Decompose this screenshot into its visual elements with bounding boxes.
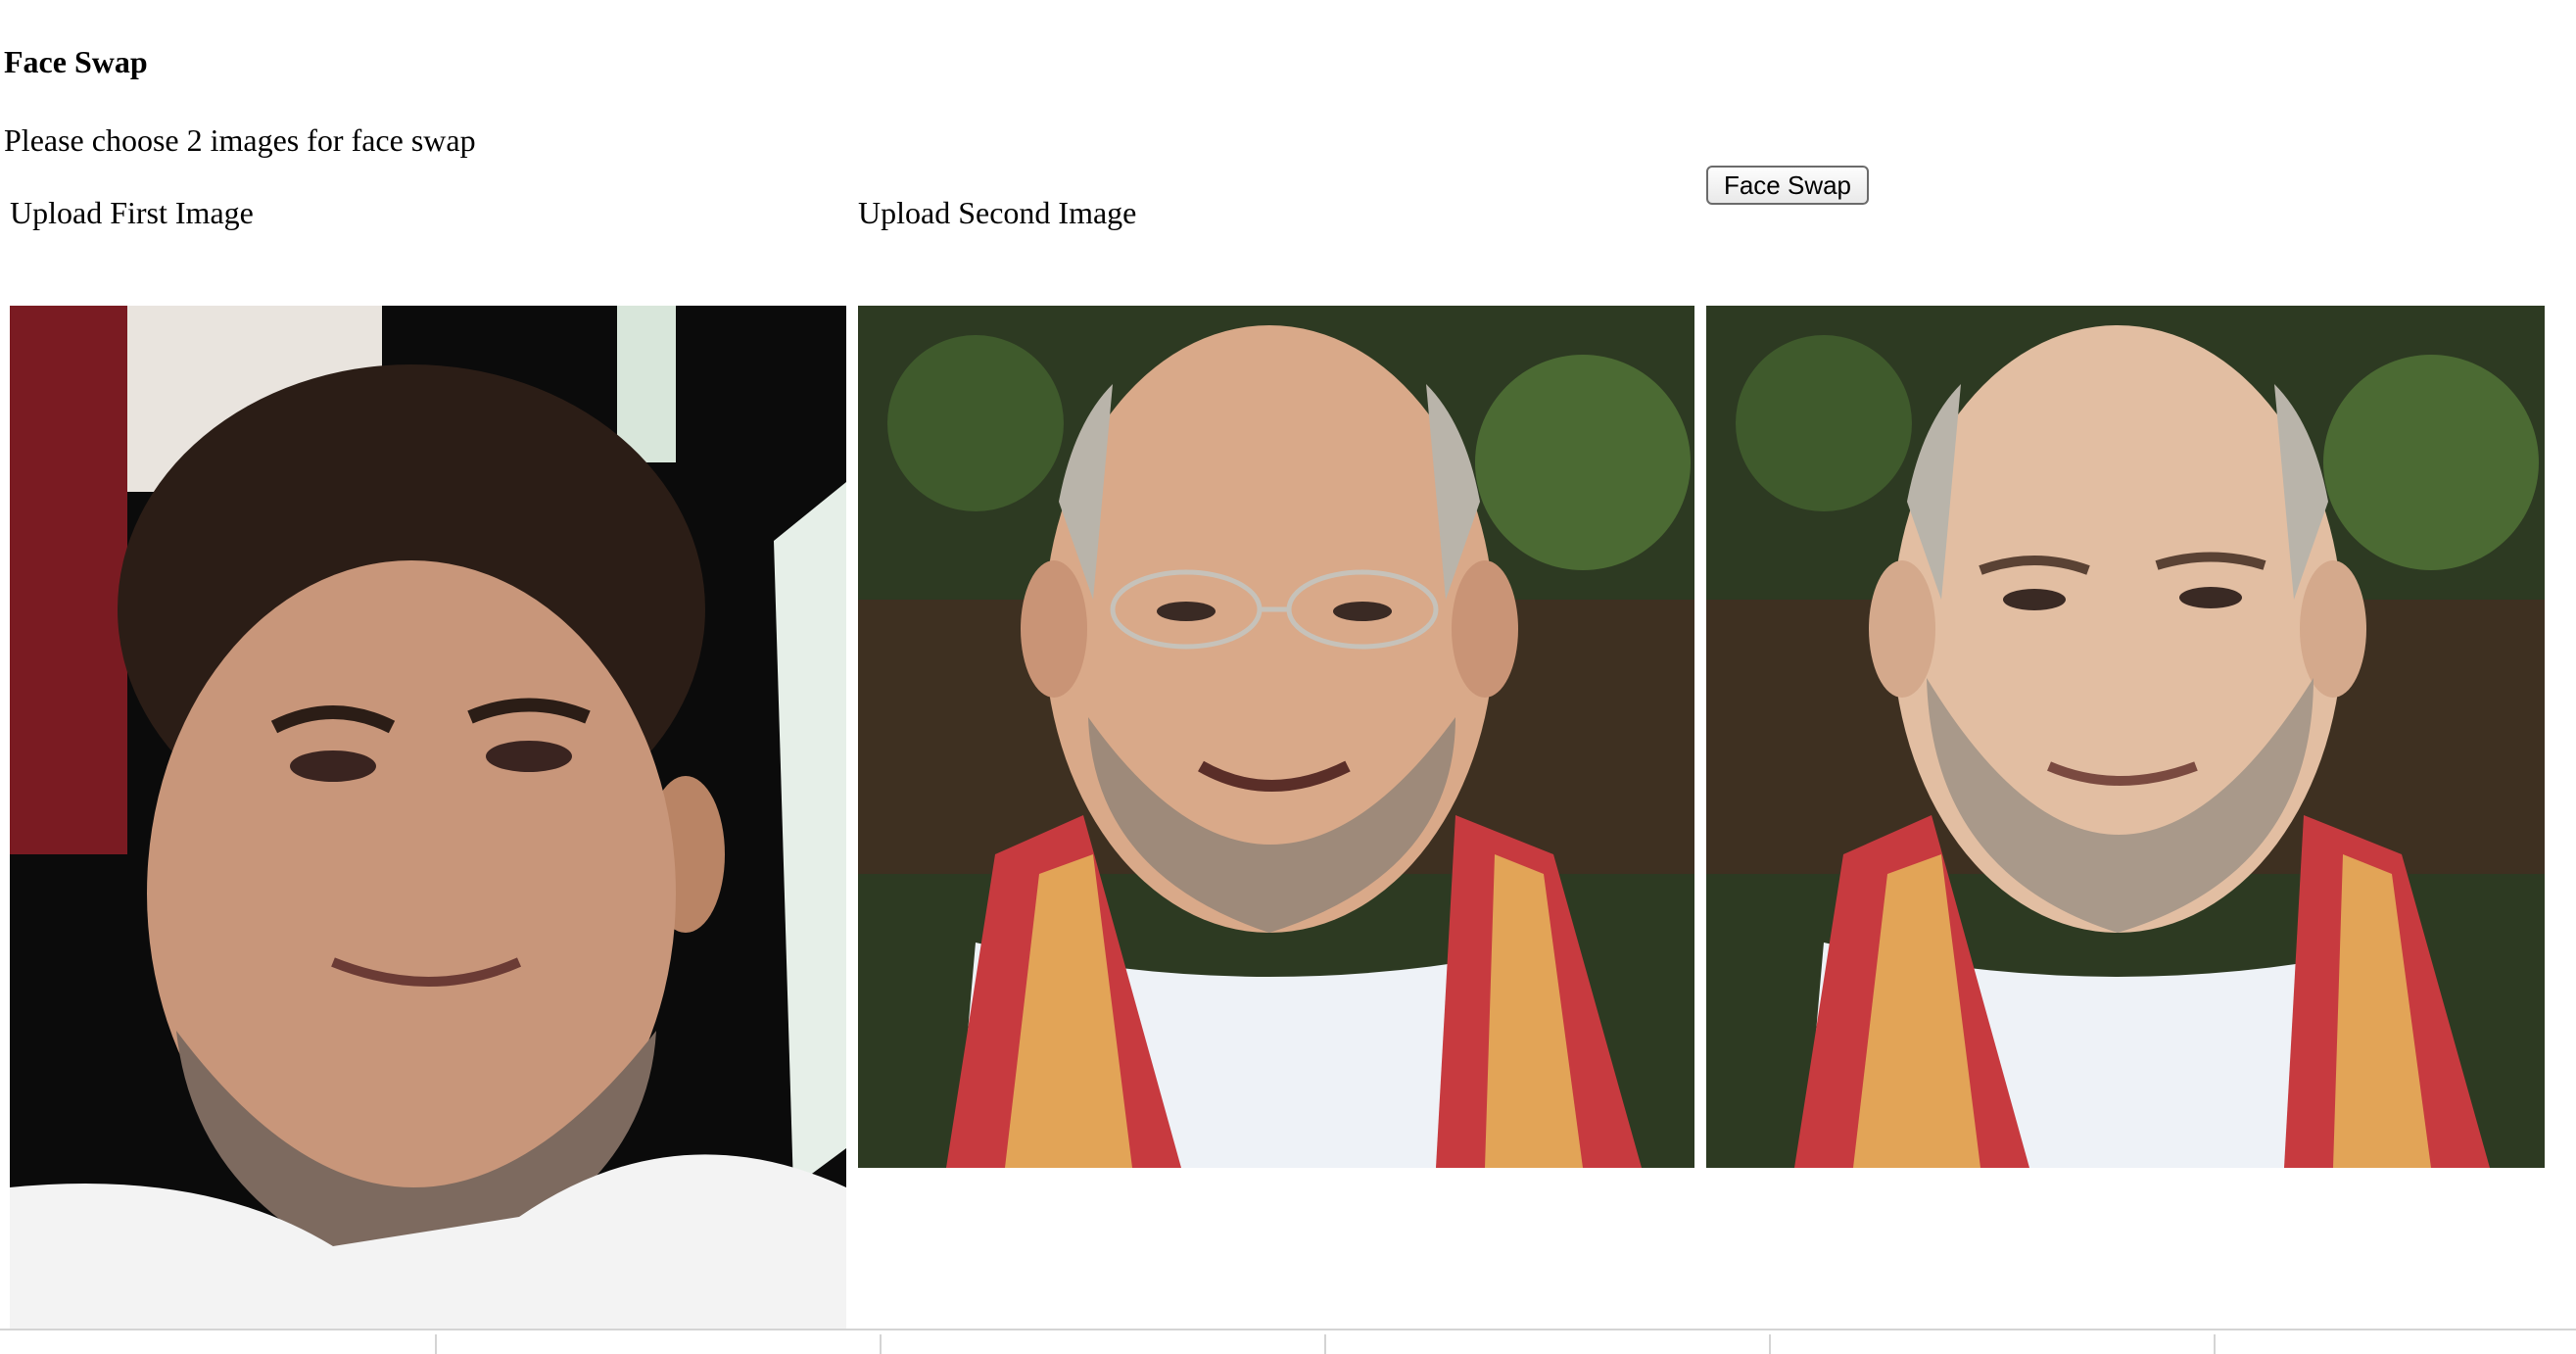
portrait-photo-icon: [10, 306, 846, 1329]
portrait-photo-icon: [858, 306, 1694, 1168]
upload-second-label[interactable]: Upload Second Image: [858, 194, 1136, 231]
second-image-preview[interactable]: [858, 306, 1694, 1168]
portrait-photo-icon: [1706, 306, 2545, 1168]
first-image-preview[interactable]: [10, 306, 846, 1329]
page-subtitle: Please choose 2 images for face swap: [4, 122, 476, 158]
divider-tick: [1324, 1334, 1326, 1354]
bottom-divider: [0, 1329, 2576, 1330]
face-swap-page: Face Swap Please choose 2 images for fac…: [0, 0, 2576, 1354]
page-title: Face Swap: [4, 44, 148, 79]
upload-first-label[interactable]: Upload First Image: [10, 194, 254, 231]
divider-tick: [880, 1334, 882, 1354]
divider-tick: [2214, 1334, 2216, 1354]
divider-tick: [435, 1334, 437, 1354]
face-swap-button[interactable]: Face Swap: [1706, 166, 1869, 205]
divider-tick: [1769, 1334, 1771, 1354]
result-image-preview: [1706, 306, 2545, 1168]
